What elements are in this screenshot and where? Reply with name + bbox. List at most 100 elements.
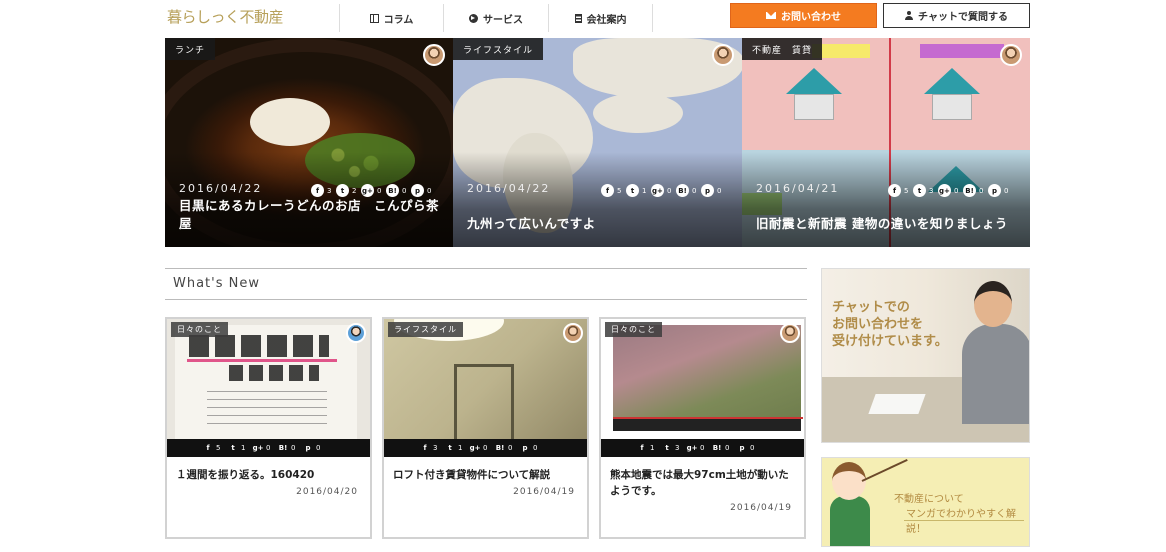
facebook-share[interactable]: f3 (311, 184, 333, 197)
nav-item-service[interactable]: サービス (443, 4, 548, 32)
author-avatar (1000, 44, 1022, 66)
googleplus-share[interactable]: g+ 0 (651, 184, 673, 197)
pocket-icon: p (305, 444, 311, 452)
category-tag[interactable]: 不動産 賃貸 (742, 38, 823, 60)
category-tag[interactable]: 日々のこと (605, 322, 662, 337)
article-title[interactable]: ロフト付き賃貸物件について解説 (393, 467, 579, 483)
contact-button-label: お問い合わせ (781, 12, 841, 23)
article-date: 2016/04/19 (513, 487, 575, 497)
twitter-icon: t (336, 184, 349, 197)
nav-item-label: サービス (483, 14, 523, 26)
article-title[interactable]: 目黒にあるカレーうどんのお店 こんぴら茶屋 (179, 197, 439, 233)
category-tag[interactable]: 日々のこと (171, 322, 228, 337)
facebook-share[interactable]: f1 (637, 443, 656, 453)
googleplus-share[interactable]: g+ 0 (470, 443, 489, 453)
building-icon (574, 13, 582, 23)
googleplus-share[interactable]: g+ 0 (938, 184, 960, 197)
site-logo[interactable]: 暮らしっく不動産 (167, 6, 284, 27)
pocket-share[interactable]: p0 (701, 184, 723, 197)
article-date: 2016/04/22 (179, 182, 263, 195)
user-icon (905, 11, 914, 20)
hatena-share[interactable]: B! 0 (676, 184, 698, 197)
hatena-share[interactable]: B! 0 (712, 443, 731, 453)
share-counts: f1 t3 g+ 0 B! 0 p0 (601, 439, 804, 457)
share-counts: f3 t1 g+ 0 B! 0 p0 (384, 439, 587, 457)
article-title[interactable]: 旧耐震と新耐震 建物の違いを知りましょう (756, 215, 1016, 233)
hatena-icon: B! (495, 444, 505, 452)
author-avatar (346, 323, 366, 343)
facebook-share[interactable]: f5 (203, 443, 222, 453)
mail-icon (766, 12, 776, 19)
googleplus-icon: g+ (361, 184, 374, 197)
pocket-share[interactable]: p0 (737, 443, 756, 453)
nav-item-label: 会社案内 (586, 14, 627, 26)
twitter-share[interactable]: t1 (445, 443, 464, 453)
share-counts: f3 t2 g+ 0 B! 0 p0 (311, 184, 433, 197)
article-title[interactable]: 熊本地震では最大97cm土地が動いたようです。 (610, 467, 796, 499)
googleplus-share[interactable]: g+ 0 (361, 184, 383, 197)
article-date: 2016/04/20 (296, 487, 358, 497)
facebook-share[interactable]: f3 (420, 443, 439, 453)
hatena-share[interactable]: B! 0 (963, 184, 985, 197)
hatena-icon: B! (712, 444, 722, 452)
hatena-share[interactable]: B! 0 (386, 184, 408, 197)
pocket-icon: p (522, 444, 528, 452)
share-counts: f5 t1 g+ 0 B! 0 p0 (167, 439, 370, 457)
twitter-share[interactable]: t1 (626, 184, 648, 197)
hatena-share[interactable]: B! 0 (495, 443, 514, 453)
nav-item-column[interactable]: コラム (339, 4, 443, 32)
hatena-icon: B! (386, 184, 399, 197)
pocket-icon: p (701, 184, 714, 197)
googleplus-share[interactable]: g+ 0 (687, 443, 706, 453)
twitter-icon: t (626, 184, 639, 197)
pocket-share[interactable]: p0 (988, 184, 1010, 197)
googleplus-icon: g+ (469, 444, 481, 452)
article-card[interactable]: 日々のこと f1 t3 g+ 0 B! 0 p0 熊本地震では最大97cm土地が動い… (599, 317, 806, 539)
twitter-share[interactable]: t3 (913, 184, 935, 197)
main-nav: コラム サービス 会社案内 (339, 4, 653, 32)
category-tag[interactable]: ランチ (165, 38, 216, 60)
featured-article-card[interactable]: ライフスタイル 2016/04/22 f5 t1 g+ 0 B! 0 p0 九州って… (453, 38, 742, 247)
whats-new-header: What's New (165, 268, 807, 300)
pocket-share[interactable]: p0 (303, 443, 322, 453)
chat-button[interactable]: チャットで質問する (883, 3, 1030, 28)
chat-button-label: チャットで質問する (918, 12, 1008, 23)
banner-text: チャットでの お問い合わせを 受け付けています。 (832, 300, 948, 349)
facebook-share[interactable]: f5 (888, 184, 910, 197)
twitter-icon: t (448, 444, 452, 452)
googleplus-share[interactable]: g+ 0 (253, 443, 272, 453)
category-tag[interactable]: ライフスタイル (453, 38, 544, 60)
category-tag[interactable]: ライフスタイル (388, 322, 463, 337)
twitter-share[interactable]: t2 (336, 184, 358, 197)
article-date: 2016/04/21 (756, 182, 840, 195)
author-avatar (712, 44, 734, 66)
manga-explainer-banner[interactable]: 不動産について マンガでわかりやすく解説！ (821, 457, 1030, 547)
twitter-icon: t (231, 444, 235, 452)
chat-inquiry-banner[interactable]: チャットでの お問い合わせを 受け付けています。 (821, 268, 1030, 443)
featured-article-card[interactable]: ランチ 2016/04/22 f3 t2 g+ 0 B! 0 p0 目黒にあるカレー… (165, 38, 453, 247)
twitter-share[interactable]: t3 (662, 443, 681, 453)
googleplus-icon: g+ (686, 444, 698, 452)
share-counts: f5 t1 g+ 0 B! 0 p0 (601, 184, 723, 197)
contact-button[interactable]: お問い合わせ (730, 3, 877, 28)
columns-icon (369, 13, 379, 23)
pocket-share[interactable]: p0 (411, 184, 433, 197)
nav-item-company[interactable]: 会社案内 (548, 4, 653, 32)
article-card[interactable]: 日々のこと f5 t1 g+ 0 B! 0 p0 １週間を振り返る。160420 2… (165, 317, 372, 539)
hatena-share[interactable]: B! 0 (278, 443, 297, 453)
author-avatar (563, 323, 583, 343)
googleplus-icon: g+ (651, 184, 664, 197)
author-avatar (780, 323, 800, 343)
twitter-icon: t (665, 444, 669, 452)
facebook-share[interactable]: f5 (601, 184, 623, 197)
site-header: 暮らしっく不動産 コラム サービス 会社案内 お問い合わせ チャットで質問する (0, 0, 1166, 36)
facebook-icon: f (423, 444, 427, 452)
featured-article-card[interactable]: 不動産 賃貸 2016/04/21 f5 t3 g+ 0 B! 0 p0 旧耐震と新… (742, 38, 1030, 247)
article-card[interactable]: ライフスタイル f3 t1 g+ 0 B! 0 p0 ロフト付き賃貸物件について解説… (382, 317, 589, 539)
googleplus-icon: g+ (252, 444, 264, 452)
article-title[interactable]: １週間を振り返る。160420 (176, 467, 362, 483)
twitter-share[interactable]: t1 (228, 443, 247, 453)
section-title: What's New (173, 276, 260, 291)
pocket-share[interactable]: p0 (520, 443, 539, 453)
article-title[interactable]: 九州って広いんですよ (467, 215, 727, 233)
